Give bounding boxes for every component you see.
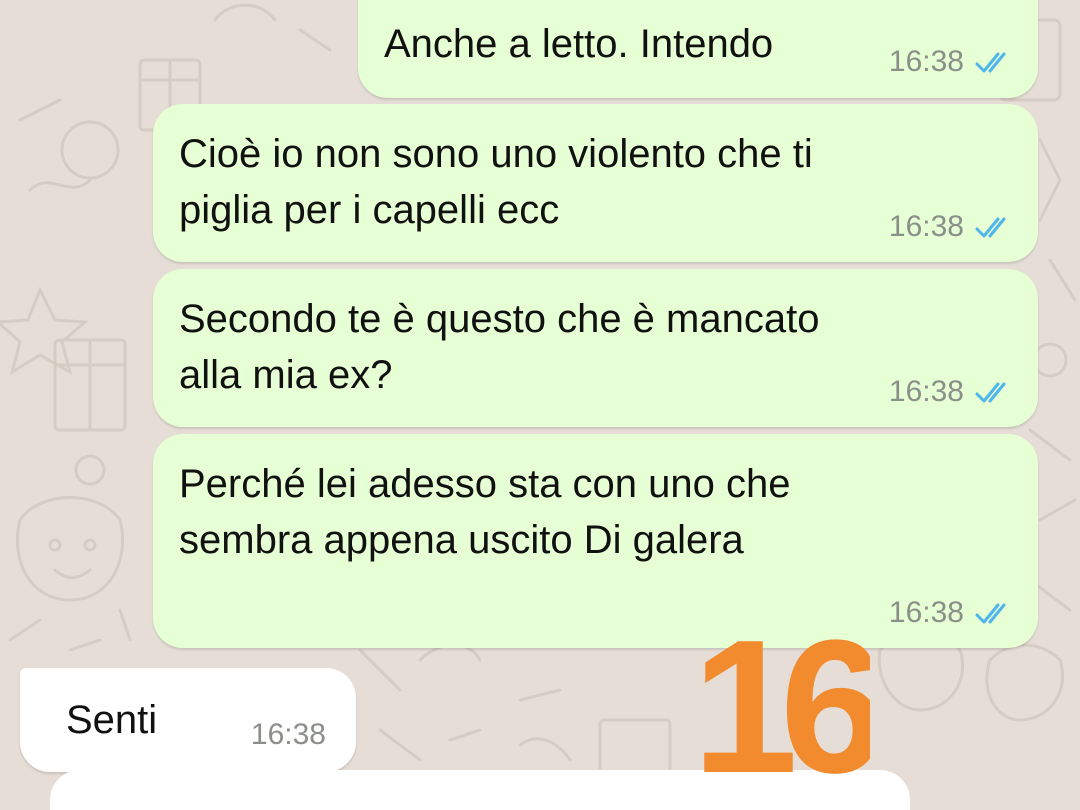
message-time: 16:38: [888, 210, 964, 243]
message-time: 16:38: [250, 718, 326, 751]
handwritten-number-overlay: 16: [692, 622, 870, 787]
message-time: 16:38: [888, 596, 964, 629]
message-meta: 16:38: [889, 596, 1018, 630]
message-meta: 16:38: [889, 375, 1018, 409]
message-text: Secondo te è questo che è mancato alla m…: [179, 297, 820, 397]
message-text: Perché lei adesso sta con uno che sembra…: [179, 462, 791, 562]
message-meta: 16:38: [251, 718, 326, 752]
outgoing-message[interactable]: Cioè io non sono uno violento che ti pig…: [153, 104, 1038, 262]
incoming-message[interactable]: Senti 16:38: [20, 668, 356, 772]
message-time: 16:38: [888, 375, 964, 408]
double-check-icon: [975, 217, 1006, 238]
message-meta: 16:38: [889, 210, 1018, 244]
double-check-icon: [975, 52, 1006, 73]
double-check-icon: [975, 603, 1006, 624]
outgoing-message[interactable]: Perché lei adesso sta con uno che sembra…: [153, 434, 1038, 648]
message-text: Anche a letto. Intendo: [384, 22, 774, 66]
overlay-number: 16: [692, 622, 870, 787]
outgoing-message[interactable]: Anche a letto. Intendo 16:38: [358, 0, 1038, 98]
message-text: Cioè io non sono uno violento che ti pig…: [179, 132, 813, 232]
double-check-icon: [975, 382, 1006, 403]
outgoing-message[interactable]: Secondo te è questo che è mancato alla m…: [153, 269, 1038, 427]
message-time: 16:38: [888, 45, 964, 78]
message-text: Senti: [66, 698, 158, 742]
message-meta: 16:38: [889, 45, 1018, 79]
